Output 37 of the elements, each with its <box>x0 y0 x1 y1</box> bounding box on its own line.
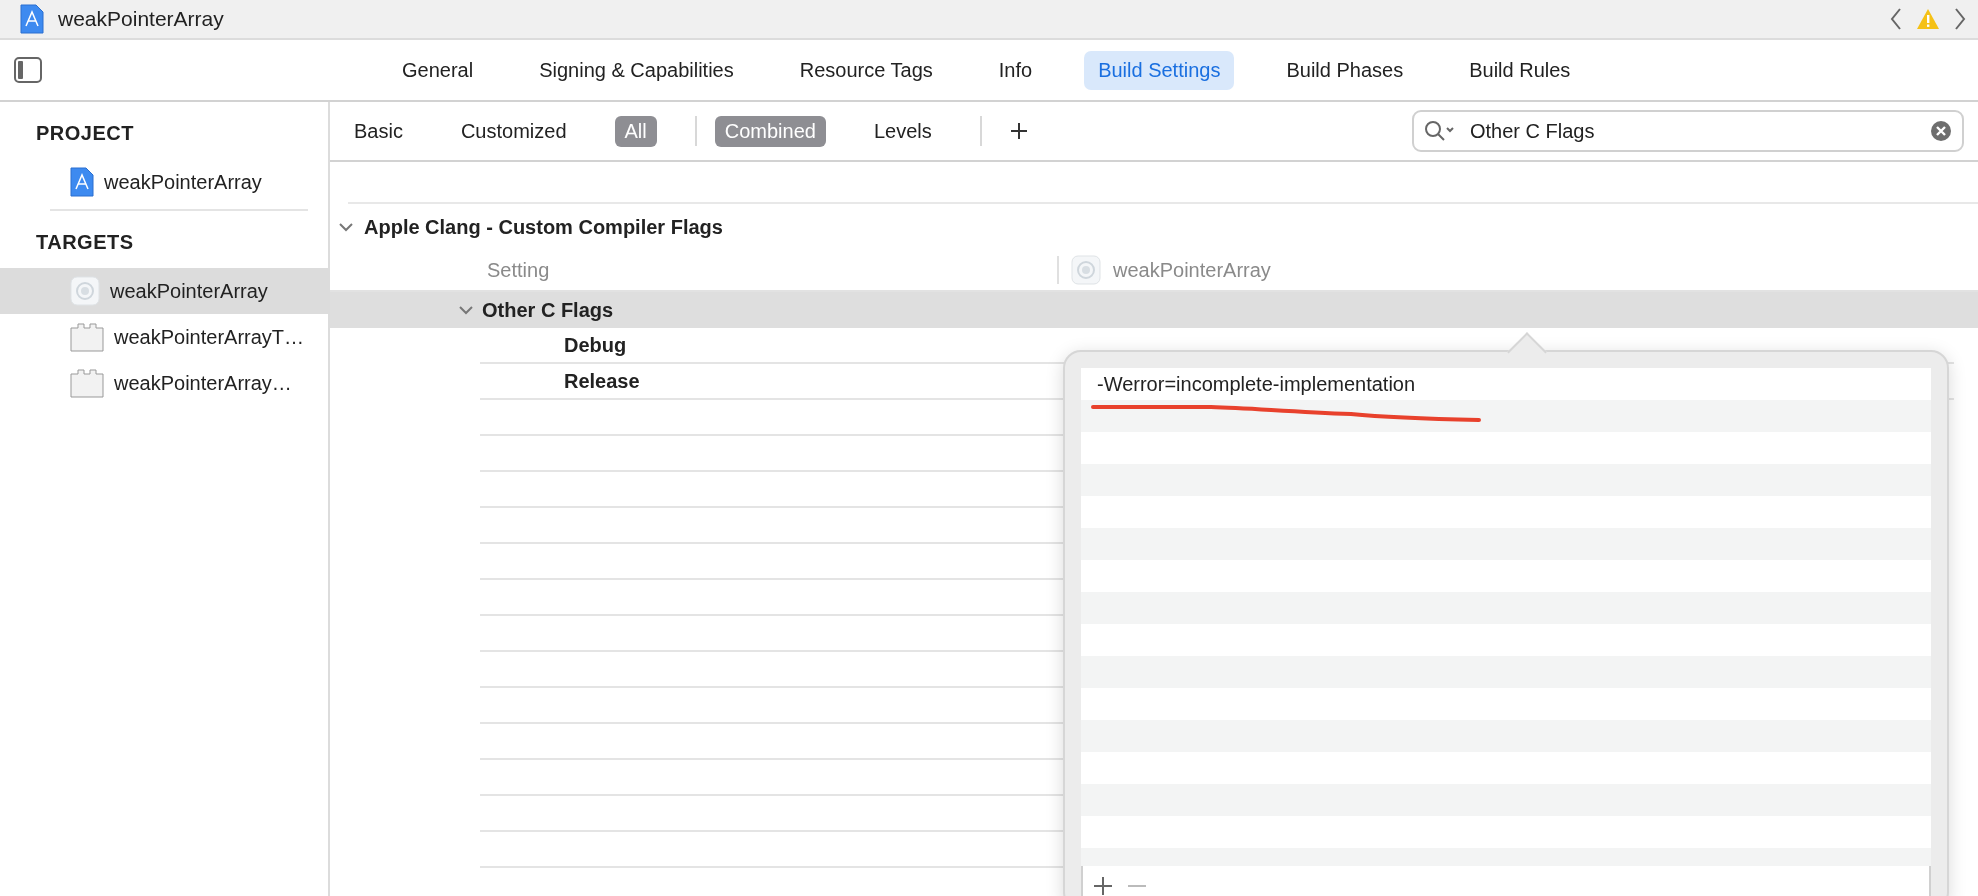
configuration-name: Release <box>564 369 640 393</box>
project-document-icon <box>70 167 94 197</box>
sidebar-heading: PROJECT <box>35 121 135 146</box>
view-filter[interactable]: Levels <box>863 115 942 147</box>
add-icon[interactable] <box>1009 122 1028 140</box>
sidebar-item[interactable]: weakPointerArray <box>0 159 328 205</box>
search-icon <box>1424 120 1456 142</box>
scope-filter[interactable]: Basic <box>344 115 413 147</box>
flag-value[interactable]: -Werror=incomplete-implementation <box>1097 372 1416 396</box>
window-title: weakPointerArray <box>58 7 225 31</box>
clear-icon[interactable] <box>1930 120 1952 142</box>
editor-tab[interactable]: Build Rules <box>1455 50 1585 90</box>
editor-tab[interactable]: Resource Tags <box>785 50 947 90</box>
editor-tab[interactable]: Build Settings <box>1084 50 1235 90</box>
sidebar-item[interactable]: weakPointerArray… <box>0 360 328 406</box>
search-input[interactable]: Other C Flags <box>1468 118 1918 144</box>
sidebar-heading: TARGETS <box>35 230 135 255</box>
bundle-target-icon <box>70 368 104 398</box>
editor-tab[interactable]: Info <box>984 50 1047 90</box>
sidebar-item[interactable]: weakPointerArrayT… <box>0 314 328 360</box>
scope-filter[interactable]: Customized <box>450 115 577 147</box>
sidebar-toggle-icon[interactable] <box>14 57 42 83</box>
configuration-name: Debug <box>564 333 627 357</box>
bundle-target-icon <box>70 322 104 352</box>
column-header: Setting <box>487 258 551 282</box>
app-target-icon <box>70 276 100 306</box>
project-document-icon <box>20 4 44 34</box>
sidebar-item[interactable]: weakPointerArray <box>0 268 328 314</box>
editor-tab[interactable]: Build Phases <box>1272 50 1418 90</box>
column-header: weakPointerArray <box>1113 258 1271 282</box>
editor-tab[interactable]: General <box>388 50 488 90</box>
add-icon[interactable] <box>1093 876 1113 896</box>
search-field[interactable]: Other C Flags <box>1412 110 1964 152</box>
editor-tab[interactable]: Signing & Capabilities <box>525 50 748 90</box>
section-title: Apple Clang - Custom Compiler Flags <box>364 215 723 239</box>
setting-row[interactable]: Other C Flags <box>330 290 1978 328</box>
app-target-icon <box>1071 255 1101 285</box>
